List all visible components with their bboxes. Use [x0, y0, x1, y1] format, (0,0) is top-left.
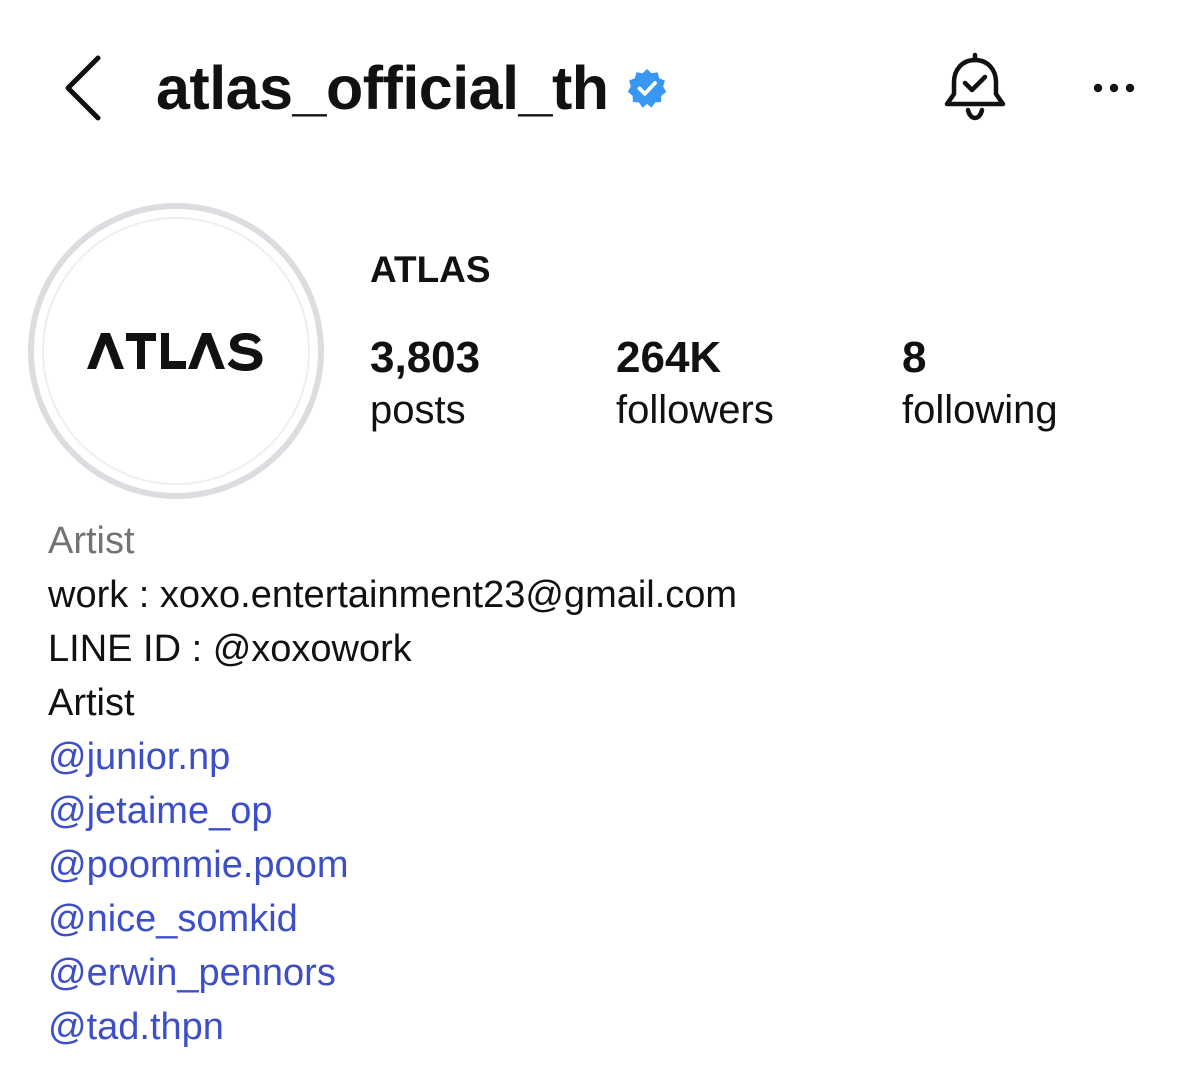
bio-category: Artist	[48, 520, 135, 562]
profile-avatar[interactable]	[28, 203, 324, 499]
following-count[interactable]: 8 following	[902, 332, 1058, 436]
more-horizontal-icon	[1093, 83, 1135, 93]
bio-mention-link[interactable]: @tad.thpn	[48, 1000, 1168, 1054]
posts-label: posts	[370, 388, 466, 432]
avatar-image	[42, 217, 310, 485]
profile-header: atlas_official_th	[0, 0, 1199, 180]
followers-value: 264K	[616, 333, 722, 382]
bio-line-work: work : xoxo.entertainment23@gmail.com	[48, 574, 738, 616]
followers-label: followers	[616, 388, 774, 432]
following-label: following	[902, 388, 1058, 432]
bio-mention-link[interactable]: @poommie.poom	[48, 838, 1168, 892]
bio-mention-link[interactable]: @jetaime_op	[48, 784, 1168, 838]
bell-check-icon	[944, 52, 1006, 121]
posts-count[interactable]: 3,803 posts	[370, 332, 480, 436]
atlas-logo	[87, 333, 263, 371]
back-button[interactable]	[56, 50, 112, 126]
posts-value: 3,803	[370, 333, 481, 382]
notifications-button[interactable]	[940, 52, 1010, 124]
profile-username: atlas_official_th	[156, 54, 609, 122]
bio-line-artist: Artist	[48, 682, 135, 724]
profile-display-name: ATLAS	[370, 249, 491, 290]
bio-mention-link[interactable]: @junior.np	[48, 730, 1168, 784]
more-options-button[interactable]	[1082, 70, 1146, 106]
followers-count[interactable]: 264K followers	[616, 332, 774, 436]
bio-mention-link[interactable]: @erwin_pennors	[48, 946, 1168, 1000]
chevron-left-icon	[65, 55, 101, 121]
following-value: 8	[902, 333, 927, 382]
bio-line-line-id: LINE ID : @xoxowork	[48, 628, 412, 670]
profile-bio: Artist work : xoxo.entertainment23@gmail…	[48, 514, 1168, 1054]
verified-badge-icon	[627, 68, 667, 108]
bio-mention-link[interactable]: @nice_somkid	[48, 892, 1168, 946]
